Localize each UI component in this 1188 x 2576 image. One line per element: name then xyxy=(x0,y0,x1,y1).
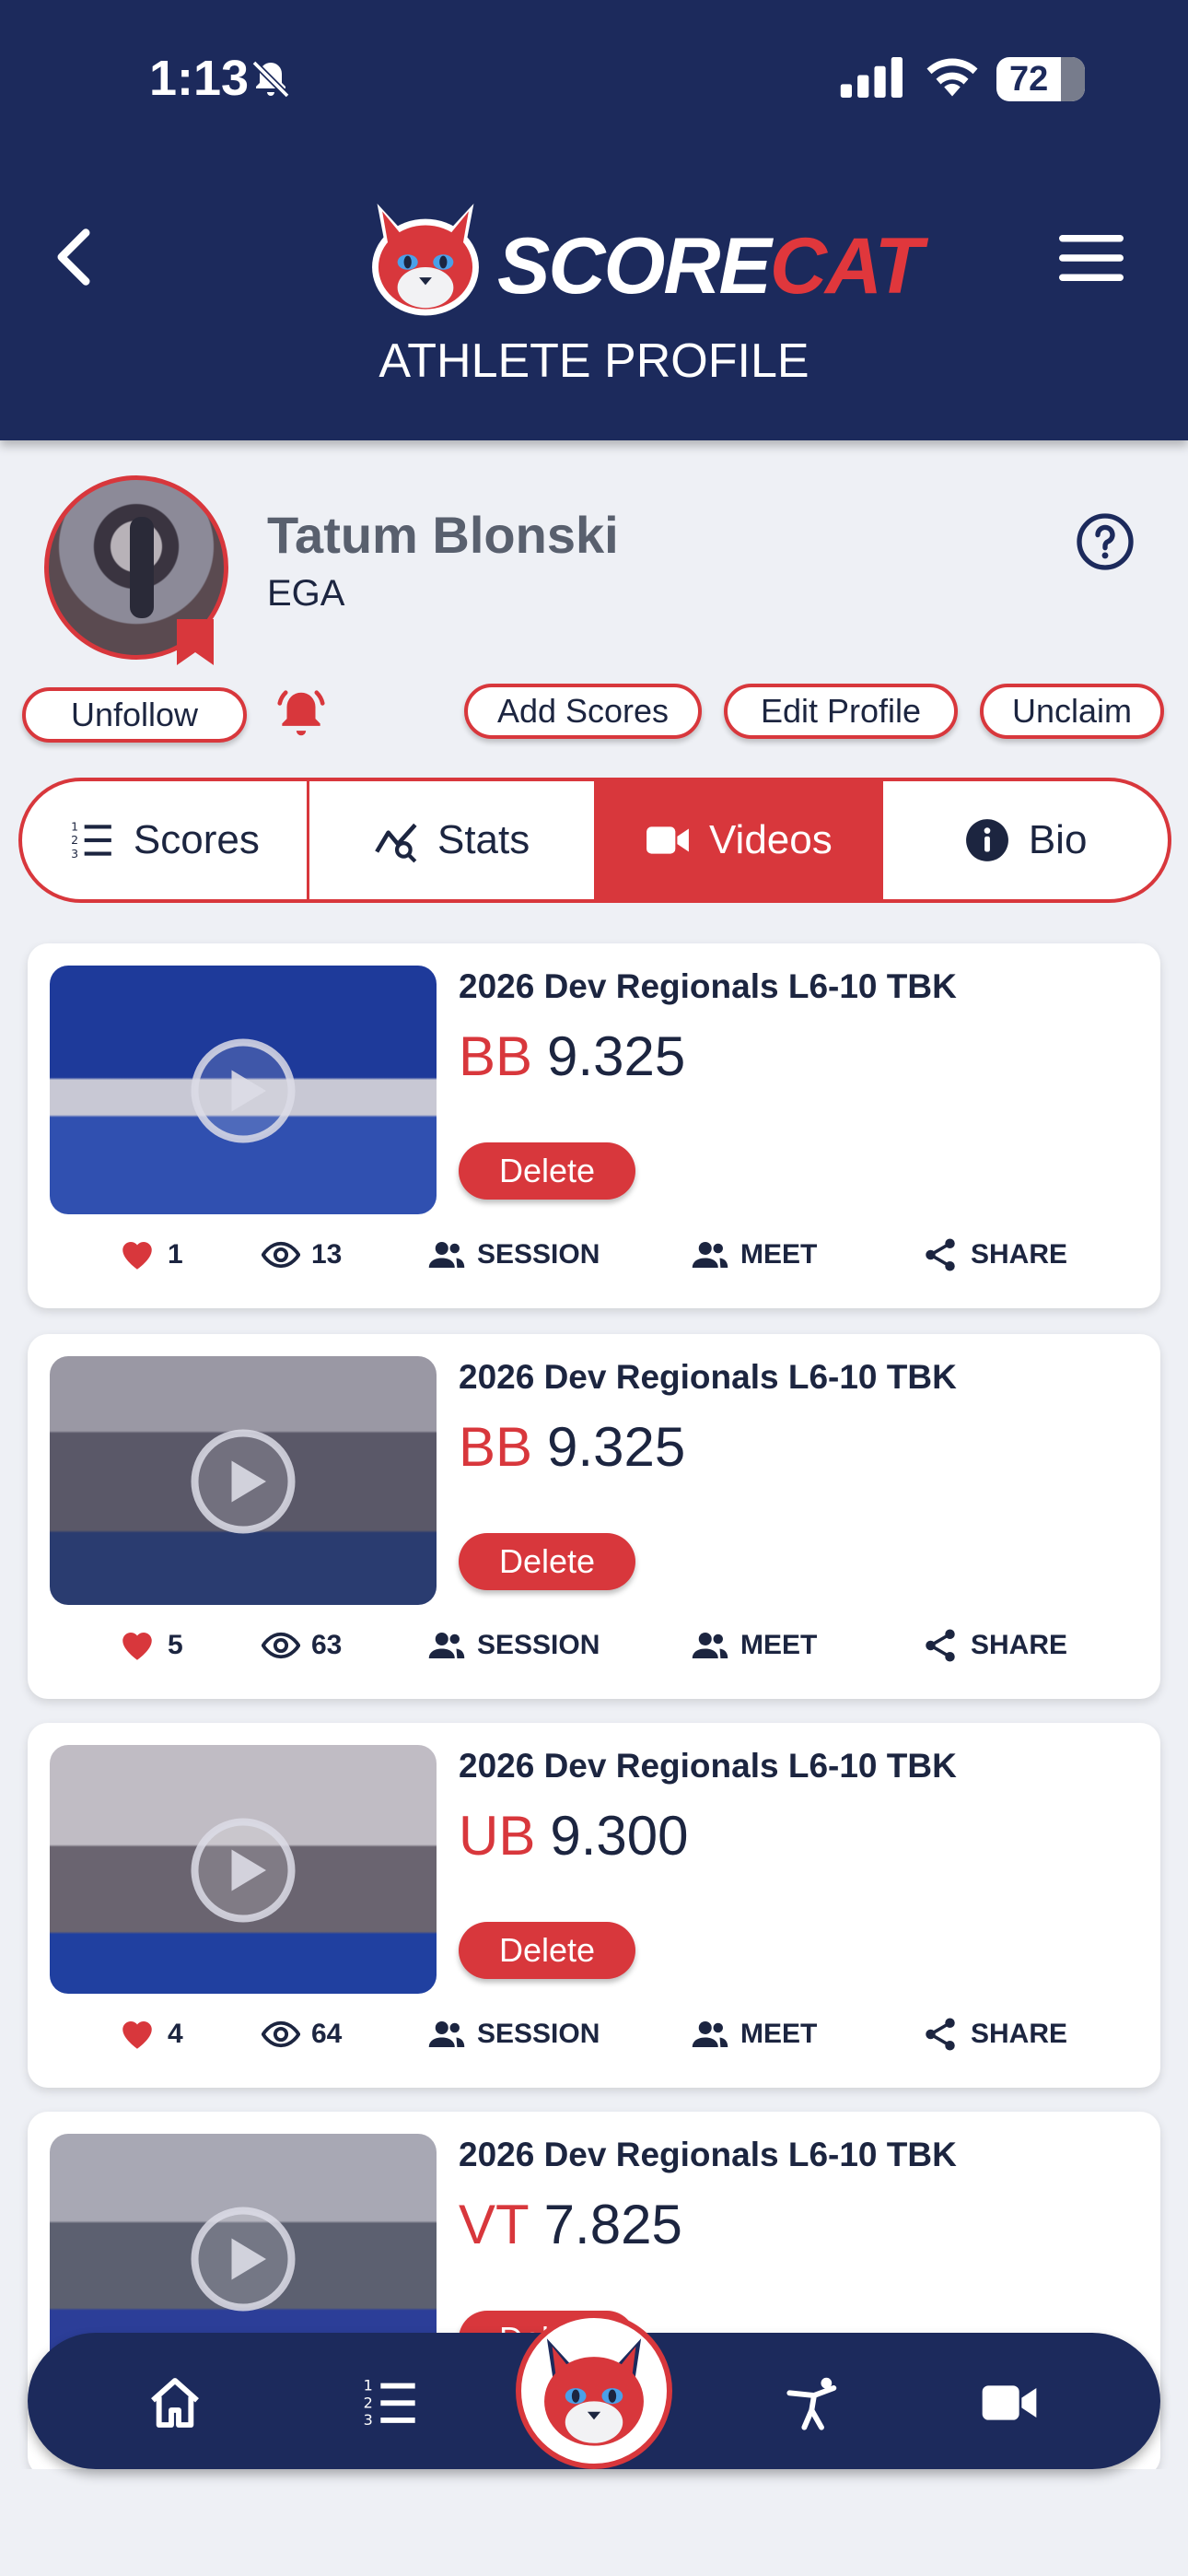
people-icon xyxy=(428,1633,465,1658)
play-icon[interactable] xyxy=(188,1426,298,1537)
logo-wordmark: SCORECAT xyxy=(497,222,923,310)
back-chevron-icon[interactable] xyxy=(52,227,96,287)
athlete-name: Tatum Blonski xyxy=(267,506,619,564)
share-button[interactable]: SHARE xyxy=(921,2007,1067,2062)
share-icon xyxy=(926,1629,955,1662)
app-header: 1:13 72 SCORECAT ATHLETE PROFILE xyxy=(0,0,1188,440)
svg-text:3: 3 xyxy=(364,2411,373,2429)
home-icon[interactable] xyxy=(146,2373,204,2432)
session-button[interactable]: SESSION xyxy=(427,1618,600,1673)
event-score: BB 9.325 xyxy=(459,1416,686,1478)
meet-name: 2026 Dev Regionals L6-10 TBK xyxy=(459,967,957,1005)
bottom-background xyxy=(0,2469,1188,2576)
play-icon[interactable] xyxy=(188,1815,298,1926)
delete-button[interactable]: Delete xyxy=(459,1922,635,1979)
video-thumbnail[interactable] xyxy=(50,966,437,1214)
eye-icon xyxy=(262,1241,300,1269)
hamburger-menu-icon[interactable] xyxy=(1059,234,1124,282)
info-icon xyxy=(965,819,1008,861)
unclaim-button[interactable]: Unclaim xyxy=(980,684,1164,739)
unfollow-button[interactable]: Unfollow xyxy=(22,687,247,743)
delete-button[interactable]: Delete xyxy=(459,1533,635,1590)
views-count: 63 xyxy=(262,1618,342,1673)
eye-icon xyxy=(262,2020,300,2048)
like-button[interactable]: 1 xyxy=(118,1227,183,1282)
video-thumbnail[interactable] xyxy=(50,1356,437,1605)
video-card: 2026 Dev Regionals L6-10 TBK BB 9.325 Del… xyxy=(28,943,1160,1308)
svg-text:1: 1 xyxy=(364,2377,373,2395)
video-camera-icon[interactable] xyxy=(980,2373,1039,2432)
video-card: 2026 Dev Regionals L6-10 TBK BB 9.325 Del… xyxy=(28,1334,1160,1699)
stats-chart-icon xyxy=(375,823,417,863)
help-icon[interactable] xyxy=(1076,512,1135,571)
video-actions: 5 63 SESSION MEET SHARE xyxy=(28,1618,1160,1673)
people-icon xyxy=(692,1633,728,1658)
eye-icon xyxy=(262,1632,300,1659)
meet-button[interactable]: MEET xyxy=(691,1618,817,1673)
status-time: 1:13 xyxy=(149,51,250,106)
svg-text:3: 3 xyxy=(71,847,78,861)
like-button[interactable]: 5 xyxy=(118,1618,183,1673)
add-scores-button[interactable]: Add Scores xyxy=(464,684,702,739)
tab-videos[interactable]: Videos xyxy=(596,781,884,899)
meet-button[interactable]: MEET xyxy=(691,2007,817,2062)
event-score: BB 9.325 xyxy=(459,1025,686,1087)
session-button[interactable]: SESSION xyxy=(427,1227,600,1282)
people-icon xyxy=(428,2021,465,2047)
svg-text:2: 2 xyxy=(71,833,78,847)
page-title: ATHLETE PROFILE xyxy=(379,334,809,388)
numbered-list-icon: 123 xyxy=(71,820,111,861)
tab-stats[interactable]: Stats xyxy=(309,781,597,899)
edit-profile-button[interactable]: Edit Profile xyxy=(724,684,958,739)
video-actions: 1 13 SESSION MEET SHARE xyxy=(28,1227,1160,1282)
meet-name: 2026 Dev Regionals L6-10 TBK xyxy=(459,2136,957,2173)
share-button[interactable]: SHARE xyxy=(921,1227,1067,1282)
bell-off-icon xyxy=(251,60,290,99)
battery-indicator: 72 xyxy=(996,57,1085,101)
profile-tabs: 123 Scores Stats Videos Bio xyxy=(18,778,1171,903)
video-card: 2026 Dev Regionals L6-10 TBK UB 9.300 Del… xyxy=(28,1723,1160,2088)
numbered-list-icon[interactable]: 123 xyxy=(361,2373,420,2432)
play-icon[interactable] xyxy=(188,1036,298,1146)
svg-text:1: 1 xyxy=(71,820,78,834)
people-icon xyxy=(692,2021,728,2047)
like-button[interactable]: 4 xyxy=(118,2007,183,2062)
video-thumbnail[interactable] xyxy=(50,1745,437,1994)
meet-name: 2026 Dev Regionals L6-10 TBK xyxy=(459,1747,957,1785)
gymnast-icon[interactable] xyxy=(785,2373,844,2432)
bookmark-icon xyxy=(177,619,214,665)
share-button[interactable]: SHARE xyxy=(921,1618,1067,1673)
views-count: 64 xyxy=(262,2007,342,2062)
video-camera-icon xyxy=(646,826,689,854)
delete-button[interactable]: Delete xyxy=(459,1142,635,1200)
people-icon xyxy=(428,1242,465,1268)
event-score: UB 9.300 xyxy=(459,1805,689,1867)
views-count: 13 xyxy=(262,1227,342,1282)
share-icon xyxy=(926,1238,955,1271)
notification-bell-icon[interactable] xyxy=(273,685,330,743)
meet-button[interactable]: MEET xyxy=(691,1227,817,1282)
scorecat-logo-icon xyxy=(372,204,479,316)
scorecat-home-button[interactable] xyxy=(516,2313,672,2469)
heart-icon xyxy=(122,1242,152,1270)
event-score: VT 7.825 xyxy=(459,2194,682,2255)
people-icon xyxy=(692,1242,728,1268)
heart-icon xyxy=(122,2021,152,2049)
video-actions: 4 64 SESSION MEET SHARE xyxy=(28,2007,1160,2062)
wifi-icon xyxy=(926,58,978,97)
session-button[interactable]: SESSION xyxy=(427,2007,600,2062)
bottom-nav-bar: 123 xyxy=(28,2313,1160,2469)
meet-name: 2026 Dev Regionals L6-10 TBK xyxy=(459,1358,957,1396)
scorecat-logo-icon xyxy=(544,2338,644,2446)
tab-scores[interactable]: 123 Scores xyxy=(22,781,309,899)
signal-icon xyxy=(840,57,903,98)
play-icon[interactable] xyxy=(188,2204,298,2314)
heart-icon xyxy=(122,1633,152,1660)
svg-text:2: 2 xyxy=(364,2394,373,2411)
athlete-club: EGA xyxy=(267,573,345,614)
share-icon xyxy=(926,2018,955,2051)
tab-bio[interactable]: Bio xyxy=(883,781,1168,899)
